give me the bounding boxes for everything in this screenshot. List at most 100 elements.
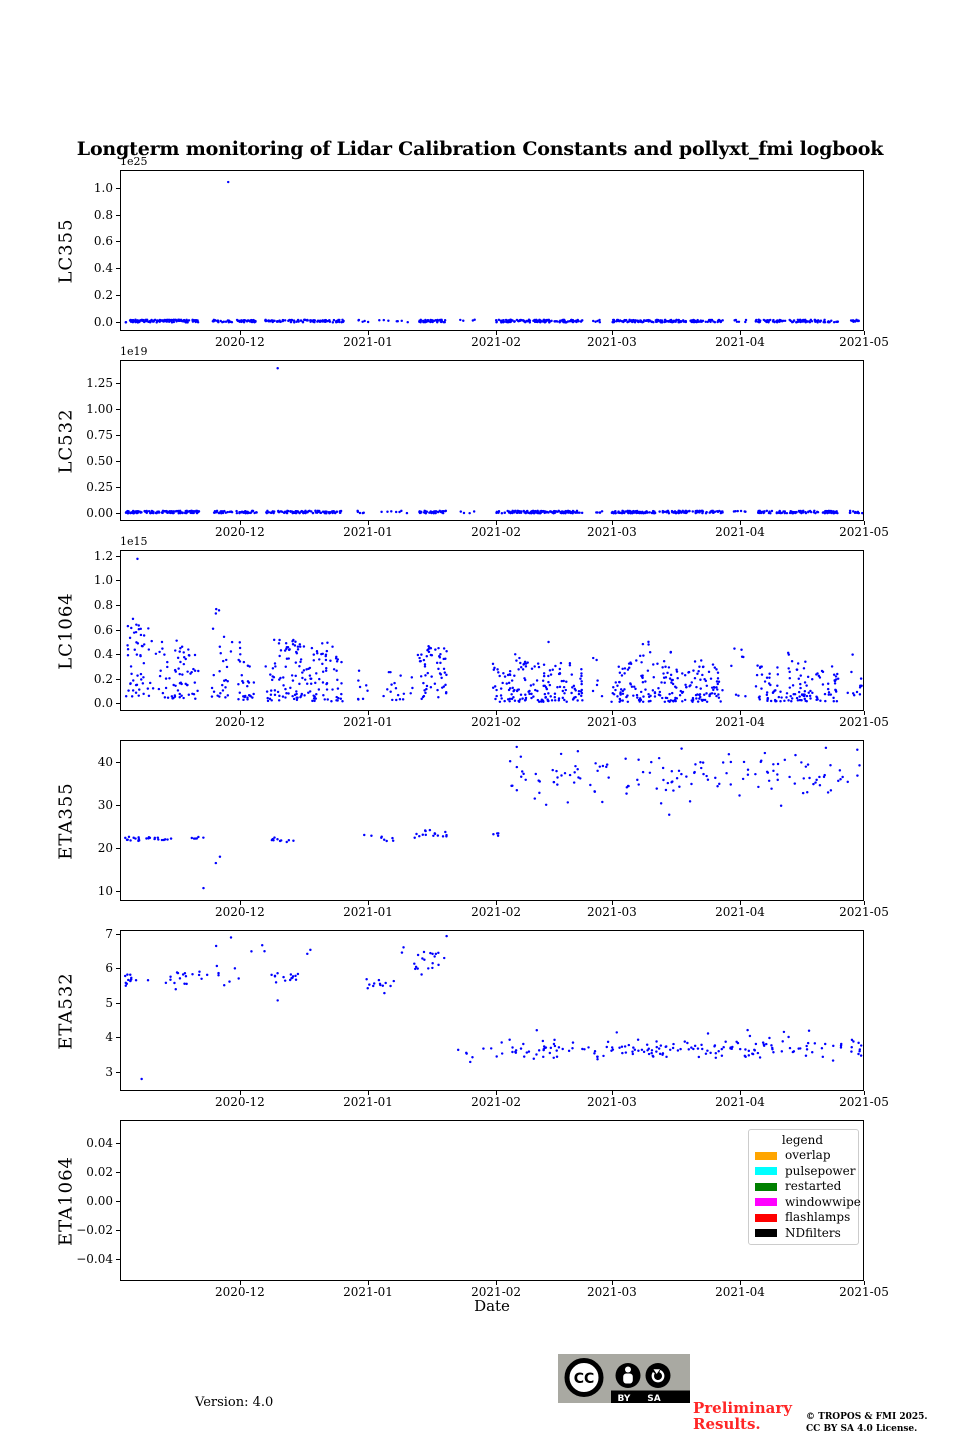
y-tick-label: 0.4 bbox=[93, 261, 113, 276]
axis-offset-text: 1e19 bbox=[120, 345, 148, 358]
x-tick-label: 2021-04 bbox=[715, 905, 765, 919]
y-tick-label: 1.00 bbox=[86, 402, 113, 416]
legend-title: legend bbox=[781, 1133, 824, 1147]
y-tick-mark bbox=[116, 1229, 120, 1231]
y-tick-mark bbox=[116, 968, 120, 970]
legend-swatch-overlap bbox=[755, 1151, 777, 1160]
y-tick-mark bbox=[116, 1072, 120, 1073]
subplot-LC355 bbox=[120, 170, 864, 331]
copyright-line1: © TROPOS & FMI 2025. bbox=[806, 1412, 928, 1422]
y-tick-label: 0.2 bbox=[93, 288, 113, 303]
y-tick-mark bbox=[116, 891, 120, 893]
cc-sa-arrow-icon bbox=[645, 1363, 671, 1388]
x-tick-label: 2021-04 bbox=[715, 335, 765, 349]
y-tick-label: 20 bbox=[97, 841, 113, 856]
cc-license-badge: CC BY SA bbox=[558, 1354, 690, 1404]
legend-swatch-restarted bbox=[755, 1182, 777, 1191]
subplot-ETA532 bbox=[120, 930, 864, 1091]
x-tick-label: 2021-01 bbox=[343, 715, 393, 729]
axis-offset-text: 1e25 bbox=[120, 155, 148, 168]
legend-swatch-flashlamps bbox=[755, 1213, 777, 1222]
preliminary-line2: Results. bbox=[693, 1415, 761, 1433]
y-tick-mark bbox=[116, 604, 120, 606]
copyright-text: © TROPOS & FMI 2025. CC BY SA 4.0 Licens… bbox=[806, 1411, 928, 1435]
scatter-points-LC1064 bbox=[124, 557, 863, 704]
legend-entry-label: overlap bbox=[785, 1148, 831, 1163]
y-tick-mark bbox=[116, 268, 120, 270]
legend-entry-label: flashlamps bbox=[785, 1210, 851, 1225]
y-tick-label: 10 bbox=[97, 884, 113, 899]
y-tick-label: 1.0 bbox=[93, 180, 113, 195]
legend-entry-pulsepower: pulsepower bbox=[755, 1164, 856, 1180]
scatter-points-LC532 bbox=[124, 366, 863, 515]
x-tick-label: 2021-03 bbox=[586, 525, 637, 539]
y-tick-label: 6 bbox=[105, 961, 113, 976]
y-tick-mark bbox=[116, 1142, 120, 1144]
y-tick-mark bbox=[116, 187, 120, 189]
y-tick-mark bbox=[116, 214, 120, 216]
y-tick-label: 0.8 bbox=[93, 597, 113, 612]
cc-badge-graphic: CC BY SA bbox=[558, 1354, 690, 1404]
y-tick-mark bbox=[116, 805, 120, 807]
x-tick-label: 2021-02 bbox=[471, 335, 522, 349]
x-tick-label: 2021-01 bbox=[343, 905, 393, 919]
x-tick-label: 2021-05 bbox=[839, 905, 889, 919]
y-tick-mark bbox=[116, 513, 120, 515]
y-tick-mark bbox=[116, 435, 120, 436]
scatter-points-ETA532 bbox=[123, 934, 863, 1081]
y-tick-label: 0.6 bbox=[93, 234, 113, 249]
x-tick-label: 2020-12 bbox=[214, 335, 265, 349]
legend-swatch-windowwipe bbox=[755, 1198, 777, 1207]
y-tick-label: 0.50 bbox=[86, 454, 113, 469]
y-tick-mark bbox=[116, 762, 120, 764]
x-tick-label: 2020-12 bbox=[214, 525, 265, 539]
y-tick-label: 0.25 bbox=[86, 480, 113, 495]
y-tick-mark bbox=[116, 629, 120, 631]
legend-entry-flashlamps: flashlamps bbox=[755, 1210, 850, 1226]
x-tick-label: 2021-03 bbox=[586, 335, 637, 349]
y-tick-label: 0.6 bbox=[93, 622, 113, 637]
y-tick-label: 0.75 bbox=[86, 428, 113, 442]
y-tick-label: 0.2 bbox=[93, 671, 113, 686]
axis-offset-text: 1e15 bbox=[120, 535, 148, 548]
y-tick-label: 0.00 bbox=[86, 506, 113, 521]
y-tick-mark bbox=[116, 295, 120, 297]
subplot-ETA355 bbox=[120, 740, 864, 901]
legend-entry-label: pulsepower bbox=[785, 1163, 856, 1178]
figure: Longterm monitoring of Lidar Calibration… bbox=[0, 0, 960, 1440]
x-tick-label: 2021-05 bbox=[839, 1095, 889, 1109]
x-tick-label: 2021-04 bbox=[715, 715, 765, 729]
y-tick-mark bbox=[116, 241, 120, 243]
x-tick-label: 2021-01 bbox=[343, 525, 393, 539]
y-tick-label: 5 bbox=[105, 995, 113, 1010]
y-tick-label: 1.25 bbox=[86, 375, 113, 390]
version-text: Version: 4.0 bbox=[195, 1395, 274, 1410]
x-tick-label: 2021-05 bbox=[839, 715, 889, 729]
x-tick-label: 2021-05 bbox=[839, 525, 889, 539]
y-tick-mark bbox=[116, 461, 120, 463]
y-tick-label: 30 bbox=[97, 798, 113, 813]
x-tick-label: 2021-03 bbox=[586, 905, 637, 919]
y-tick-label: 0.4 bbox=[93, 647, 113, 662]
legend-entry-label: restarted bbox=[785, 1179, 842, 1194]
y-tick-mark bbox=[116, 1002, 120, 1004]
plots-container: 1e25 LC355 0.0 0.2 0.4 0.6 0.8 1.0 2020-12 2021-0… bbox=[0, 0, 960, 1440]
legend-swatch-pulsepower bbox=[755, 1167, 777, 1176]
y-tick-label: 4 bbox=[105, 1030, 113, 1045]
legend-entry-windowwipe: windowwipe bbox=[755, 1195, 861, 1211]
x-tick-label: 2021-02 bbox=[471, 715, 522, 729]
y-tick-label: 3 bbox=[105, 1065, 113, 1079]
y-tick-mark bbox=[116, 654, 120, 656]
y-tick-label: 0.0 bbox=[93, 315, 113, 330]
y-axis-label-LC355: LC355 bbox=[55, 217, 76, 284]
copyright-line2: CC BY SA 4.0 License. bbox=[806, 1424, 918, 1434]
y-tick-mark bbox=[116, 382, 120, 384]
y-tick-mark bbox=[116, 555, 120, 557]
x-tick-label: 2021-02 bbox=[471, 525, 522, 539]
y-tick-label: 40 bbox=[97, 755, 113, 770]
x-tick-label: 2021-03 bbox=[586, 1095, 637, 1109]
y-tick-label: −0.02 bbox=[76, 1222, 113, 1237]
x-tick-label: 2021-01 bbox=[343, 335, 393, 349]
x-tick-label: 2020-12 bbox=[214, 1095, 265, 1109]
legend-entry-label: windowwipe bbox=[785, 1194, 861, 1209]
